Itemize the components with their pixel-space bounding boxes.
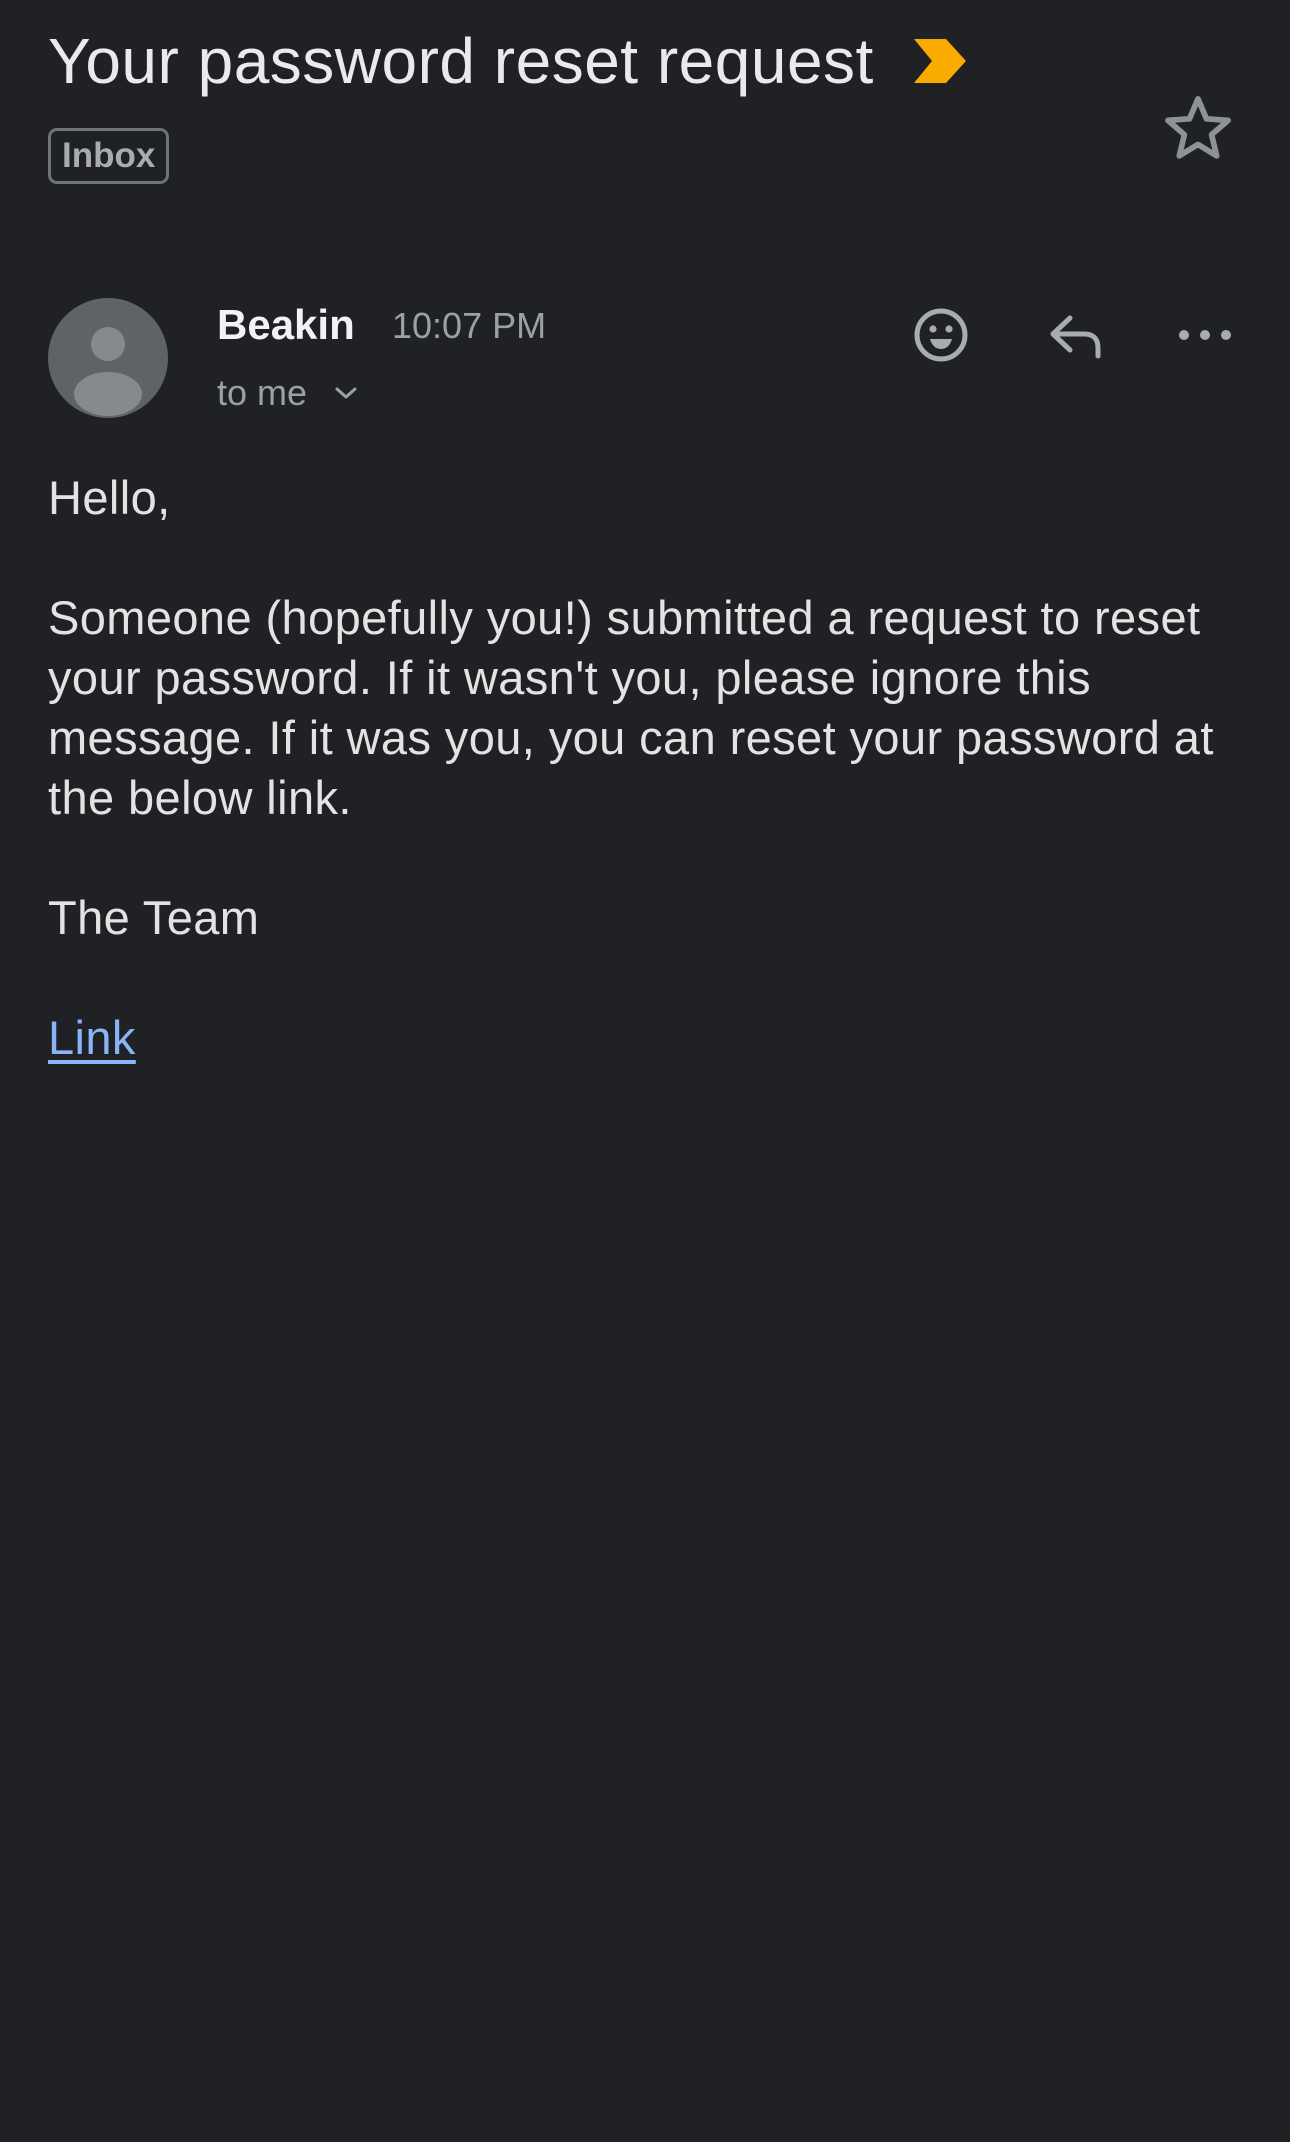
sender-avatar[interactable] [48,298,168,418]
recipient-label: to me [217,372,308,413]
sent-time: 10:07 PM [392,305,547,346]
body-signoff: The Team [48,891,260,944]
chevron-down-icon [335,387,357,399]
default-avatar-icon [74,327,142,416]
star-outline-icon[interactable] [1160,90,1236,166]
importance-marker-icon[interactable] [912,37,968,85]
body-link-row: Link [48,1008,1248,1068]
label-chip-inbox[interactable]: Inbox [48,128,170,184]
subject-row: Your password reset request [48,22,968,100]
sender-name[interactable]: Beakin [217,300,355,350]
body-paragraph: Someone (hopefully you!) submitted a req… [48,591,1214,824]
reset-password-link[interactable]: Link [48,1011,136,1064]
more-horizontal-icon[interactable] [1170,300,1240,370]
body-greeting: Hello, [48,471,171,524]
add-reaction-icon[interactable] [906,300,976,370]
recipient-toggle[interactable]: to me [217,370,359,416]
email-subject: Your password reset request [48,25,874,97]
reply-icon[interactable] [1040,300,1110,370]
